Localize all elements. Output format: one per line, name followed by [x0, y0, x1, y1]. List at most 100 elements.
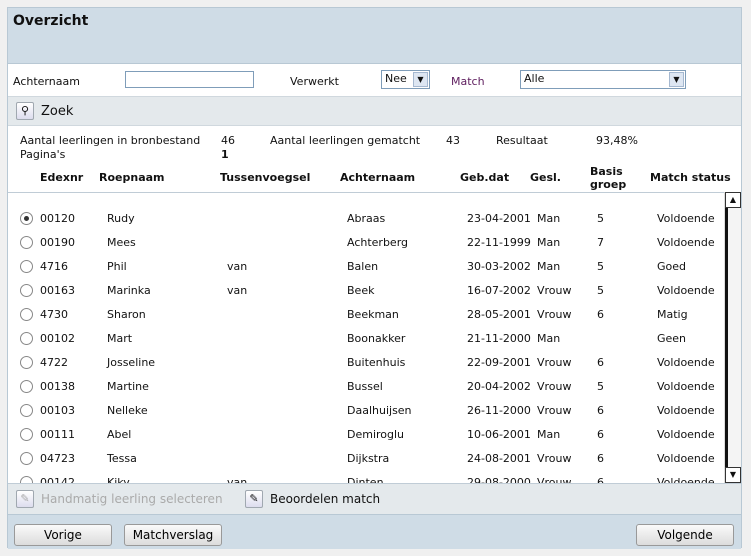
- table-row[interactable]: 4716 Phil van Balen 30-03-2002 Man 5 Goed: [8, 260, 724, 284]
- cell-achternaam: Dijkstra: [347, 452, 390, 465]
- match-select[interactable]: Alle ▼: [520, 70, 686, 89]
- bron-value: 46: [221, 134, 235, 147]
- table-row[interactable]: 4722 Josseline Buitenhuis 22-09-2001 Vrouw 6 V…: [8, 356, 724, 380]
- table-row[interactable]: 4730 Sharon Beekman 28-05-2001 Vrouw 6 Matig: [8, 308, 724, 332]
- cell-groep: 6: [597, 452, 604, 465]
- cell-status: Voldoende: [657, 236, 715, 249]
- col-basisgroep[interactable]: Basis groep: [590, 165, 635, 191]
- scroll-down-icon[interactable]: ▼: [725, 467, 741, 483]
- cell-achternaam: Beekman: [347, 308, 399, 321]
- row-radio[interactable]: [20, 428, 33, 441]
- cell-gebdat: 21-11-2000: [467, 332, 531, 345]
- vorige-button[interactable]: Vorige: [14, 524, 112, 546]
- col-matchstatus[interactable]: Match status: [650, 171, 731, 184]
- verwerkt-select[interactable]: Nee ▼: [381, 70, 430, 89]
- verwerkt-value: Nee: [385, 72, 407, 85]
- cell-gesl: Vrouw: [537, 284, 572, 297]
- cell-edexnr: 00103: [40, 404, 75, 417]
- student-list: 00120 Rudy Abraas 23-04-2001 Man 5 Voldoende 00…: [8, 192, 724, 483]
- cell-edexnr: 00138: [40, 380, 75, 393]
- achternaam-input[interactable]: [125, 71, 254, 88]
- cell-gebdat: 29-08-2000: [467, 476, 531, 483]
- table-row[interactable]: 00163 Marinka van Beek 16-07-2002 Vrouw 5 Voldo…: [8, 284, 724, 308]
- cell-achternaam: Abraas: [347, 212, 386, 225]
- cell-groep: 5: [597, 380, 604, 393]
- handmatig-label: Handmatig leerling selecteren: [41, 492, 223, 506]
- cell-achternaam: Bussel: [347, 380, 383, 393]
- cell-groep: 6: [597, 356, 604, 369]
- cell-tussen: van: [227, 284, 248, 297]
- cell-status: Voldoende: [657, 212, 715, 225]
- cell-roepnaam: Phil: [107, 260, 127, 273]
- row-radio[interactable]: [20, 260, 33, 273]
- scroll-thumb[interactable]: [725, 208, 728, 467]
- cell-roepnaam: Josseline: [107, 356, 156, 369]
- search-bar: ⚲ Zoek: [8, 96, 741, 126]
- row-radio[interactable]: [20, 476, 33, 483]
- cell-groep: 6: [597, 308, 604, 321]
- table-row[interactable]: 00111 Abel Demiroglu 10-06-2001 Man 6 Voldoend…: [8, 428, 724, 452]
- overzicht-panel: Overzicht Achternaam Verwerkt Nee ▼ Match…: [7, 7, 742, 549]
- cell-roepnaam: Kiky: [107, 476, 130, 483]
- row-radio[interactable]: [20, 236, 33, 249]
- cell-status: Goed: [657, 260, 687, 273]
- cell-edexnr: 04723: [40, 452, 75, 465]
- row-radio[interactable]: [20, 356, 33, 369]
- volgende-button[interactable]: Volgende: [636, 524, 734, 546]
- search-label: Zoek: [41, 104, 74, 119]
- cell-edexnr: 4722: [40, 356, 68, 369]
- magnifier-icon: ⚲: [16, 102, 34, 120]
- scrollbar[interactable]: ▲ ▼: [724, 192, 741, 483]
- table-row[interactable]: 00103 Nelleke Daalhuijsen 26-11-2000 Vrouw 6 V…: [8, 404, 724, 428]
- cell-status: Geen: [657, 332, 687, 345]
- table-row[interactable]: 00190 Mees Achterberg 22-11-1999 Man 7 Voldoen…: [8, 236, 724, 260]
- cell-gebdat: 26-11-2000: [467, 404, 531, 417]
- cell-edexnr: 4730: [40, 308, 68, 321]
- cell-roepnaam: Sharon: [107, 308, 146, 321]
- cell-gebdat: 16-07-2002: [467, 284, 531, 297]
- col-gesl[interactable]: Gesl.: [530, 171, 561, 184]
- matchverslag-button[interactable]: Matchverslag: [124, 524, 222, 546]
- cell-groep: 5: [597, 284, 604, 297]
- row-radio[interactable]: [20, 212, 33, 225]
- table-row[interactable]: 00142 Kiky van Dinten 29-08-2000 Vrouw 6 Voldoe…: [8, 476, 724, 483]
- match-value: Alle: [524, 72, 545, 85]
- row-radio[interactable]: [20, 380, 33, 393]
- cell-status: Voldoende: [657, 404, 715, 417]
- cell-gebdat: 22-11-1999: [467, 236, 531, 249]
- col-gebdat[interactable]: Geb.dat: [460, 171, 509, 184]
- row-radio[interactable]: [20, 452, 33, 465]
- cell-gesl: Vrouw: [537, 404, 572, 417]
- paginas-value: 1: [221, 148, 229, 161]
- col-roepnaam[interactable]: Roepnaam: [99, 171, 165, 184]
- row-radio[interactable]: [20, 284, 33, 297]
- cell-roepnaam: Mart: [107, 332, 133, 345]
- cell-gesl: Vrouw: [537, 308, 572, 321]
- cell-gesl: Vrouw: [537, 476, 572, 483]
- cell-gebdat: 24-08-2001: [467, 452, 531, 465]
- cell-gesl: Vrouw: [537, 452, 572, 465]
- scroll-up-icon[interactable]: ▲: [725, 192, 741, 208]
- table-row[interactable]: 00120 Rudy Abraas 23-04-2001 Man 5 Voldoende: [8, 212, 724, 236]
- col-achternaam[interactable]: Achternaam: [340, 171, 415, 184]
- verwerkt-label: Verwerkt: [290, 75, 339, 88]
- cell-roepnaam: Abel: [107, 428, 132, 441]
- cell-edexnr: 00163: [40, 284, 75, 297]
- cell-groep: 5: [597, 260, 604, 273]
- cell-status: Voldoende: [657, 428, 715, 441]
- col-edexnr[interactable]: Edexnr: [40, 171, 83, 184]
- beoordelen-label: Beoordelen match: [270, 492, 381, 506]
- header: Overzicht: [8, 8, 741, 64]
- cell-edexnr: 00142: [40, 476, 75, 483]
- gematcht-label: Aantal leerlingen gematcht: [270, 134, 421, 147]
- table-row[interactable]: 00102 Mart Boonakker 21-11-2000 Man Geen: [8, 332, 724, 356]
- row-radio[interactable]: [20, 332, 33, 345]
- row-radio[interactable]: [20, 404, 33, 417]
- paginas-label: Pagina's: [20, 148, 66, 161]
- row-radio[interactable]: [20, 308, 33, 321]
- col-tussenvoegsel[interactable]: Tussenvoegsel: [220, 171, 310, 184]
- table-row[interactable]: 00138 Martine Bussel 20-04-2002 Vrouw 5 Voldoe…: [8, 380, 724, 404]
- cell-achternaam: Buitenhuis: [347, 356, 406, 369]
- table-row[interactable]: 04723 Tessa Dijkstra 24-08-2001 Vrouw 6 Voldoe…: [8, 452, 724, 476]
- cell-achternaam: Balen: [347, 260, 379, 273]
